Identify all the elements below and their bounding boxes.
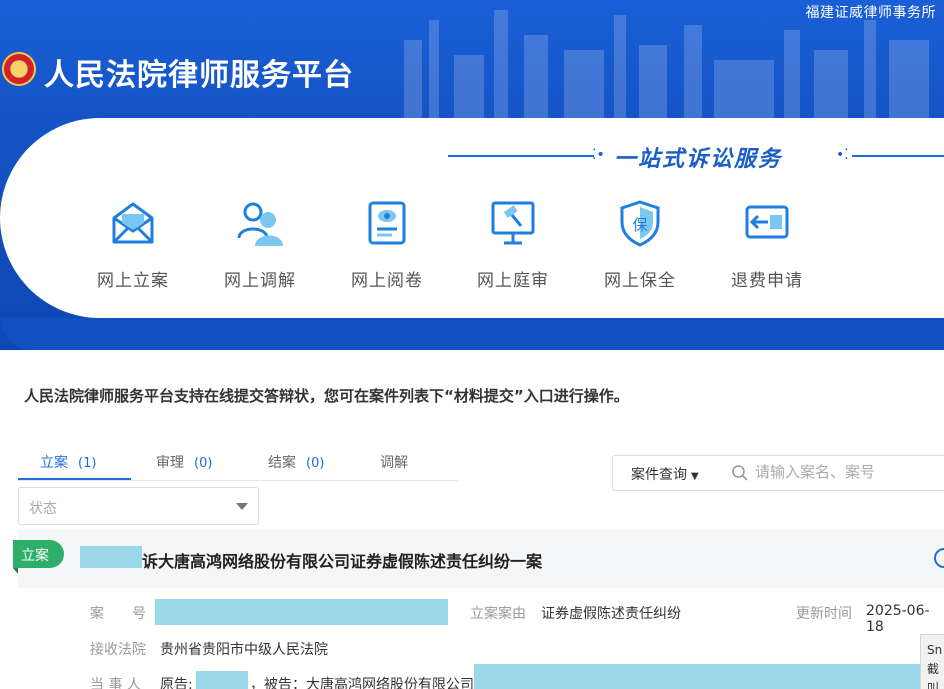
banner-bottom-band bbox=[0, 318, 944, 350]
tagline-dots-left: ⁚• bbox=[592, 147, 605, 163]
tagline-line-left bbox=[448, 155, 594, 157]
document-eye-icon bbox=[368, 201, 406, 245]
tagline-dots-right: •⁚ bbox=[836, 147, 849, 163]
status-badge: 立案 bbox=[13, 540, 64, 574]
search-input[interactable] bbox=[755, 463, 935, 481]
notice-text: 人民法院律师服务平台支持在线提交答辩状，您可在案件列表下“材料提交”入口进行操作… bbox=[24, 387, 629, 405]
site-title: 人民法院律师服务平台 bbox=[44, 58, 354, 93]
service-online-filing[interactable]: 网上立案 bbox=[78, 198, 188, 291]
chevron-down-icon bbox=[236, 503, 248, 510]
active-tab-indicator bbox=[18, 478, 131, 480]
snip-line: Sn bbox=[927, 643, 943, 657]
case-number-label: 案 号 bbox=[90, 606, 146, 622]
tab-mediation[interactable]: 调解 bbox=[380, 452, 408, 472]
envelope-icon bbox=[112, 202, 154, 244]
court-emblem-icon bbox=[2, 52, 36, 86]
service-label: 网上调解 bbox=[224, 271, 296, 291]
tab-label: 结案 bbox=[268, 455, 296, 471]
tab-divider bbox=[18, 480, 458, 481]
law-firm-name: 福建证威律师事务所 bbox=[805, 5, 936, 21]
cause-value: 证券虚假陈述责任纠纷 bbox=[541, 606, 681, 622]
court-label: 接收法院 bbox=[90, 642, 146, 658]
search-box bbox=[721, 455, 944, 491]
tab-closed[interactable]: 结案 (0) bbox=[268, 452, 324, 472]
case-title[interactable]: 诉大唐高鸿网络股份有限公司证券虚假陈述责任纠纷一案 bbox=[142, 548, 542, 572]
redacted-case-number bbox=[155, 599, 448, 625]
service-label: 网上立案 bbox=[97, 271, 169, 291]
refund-icon bbox=[745, 205, 789, 239]
status-select[interactable]: 状态 bbox=[18, 487, 259, 525]
tab-count: (1) bbox=[78, 456, 97, 471]
updated-value: 2025-06-18 bbox=[866, 603, 930, 635]
people-icon bbox=[237, 202, 283, 246]
defendant-text: ，被告：大唐高鸿网络股份有限公司 bbox=[250, 677, 474, 689]
svg-text:保: 保 bbox=[632, 216, 647, 234]
tab-count: (0) bbox=[306, 456, 325, 471]
search-icon bbox=[732, 465, 748, 481]
tab-label: 立案 bbox=[40, 455, 68, 471]
tagline-line-right bbox=[852, 155, 944, 157]
tab-label: 审理 bbox=[156, 455, 184, 471]
redacted-party-info bbox=[474, 664, 920, 689]
court-value: 贵州省贵阳市中级人民法院 bbox=[160, 642, 328, 658]
plaintiff-prefix: 原告: bbox=[160, 677, 193, 689]
tab-label: 调解 bbox=[380, 455, 408, 471]
snip-line: 叫 bbox=[927, 681, 940, 689]
redacted-plaintiff bbox=[196, 671, 248, 689]
service-online-preservation[interactable]: 保 网上保全 bbox=[585, 198, 695, 291]
party-label: 当 事 人 bbox=[90, 677, 141, 689]
service-refund-application[interactable]: 退费申请 bbox=[712, 198, 822, 291]
caret-down-icon: ▼ bbox=[691, 471, 699, 482]
snip-line: 截 bbox=[927, 662, 940, 676]
case-query-dropdown[interactable]: 案件查询 ▼ bbox=[612, 455, 722, 491]
case-query-label: 案件查询 bbox=[631, 467, 687, 483]
redacted-plaintiff-name bbox=[80, 546, 142, 568]
service-online-hearing[interactable]: 网上庭审 bbox=[458, 198, 568, 291]
service-label: 网上阅卷 bbox=[351, 271, 423, 291]
service-label: 退费申请 bbox=[731, 271, 803, 291]
tagline: 一站式诉讼服务 bbox=[614, 146, 783, 172]
cause-label: 立案案由 bbox=[470, 606, 526, 622]
snipping-tool-overlay[interactable]: Sn 截 叫 bbox=[920, 634, 944, 689]
service-label: 网上保全 bbox=[604, 271, 676, 291]
service-online-mediation[interactable]: 网上调解 bbox=[205, 198, 315, 291]
shield-bao-icon: 保 bbox=[620, 200, 660, 247]
tab-count: (0) bbox=[194, 456, 213, 471]
updated-label: 更新时间 bbox=[796, 606, 852, 622]
gavel-screen-icon bbox=[491, 201, 535, 245]
page: 福建证威律师事务所 人民法院律师服务平台 ⁚• 一站式诉讼服务 •⁚ 网上立案 … bbox=[0, 0, 944, 689]
tab-filing[interactable]: 立案 (1) bbox=[40, 452, 96, 472]
service-online-file-review[interactable]: 网上阅卷 bbox=[332, 198, 442, 291]
tab-trial[interactable]: 审理 (0) bbox=[156, 452, 212, 472]
service-label: 网上庭审 bbox=[477, 271, 549, 291]
status-placeholder: 状态 bbox=[29, 501, 57, 517]
